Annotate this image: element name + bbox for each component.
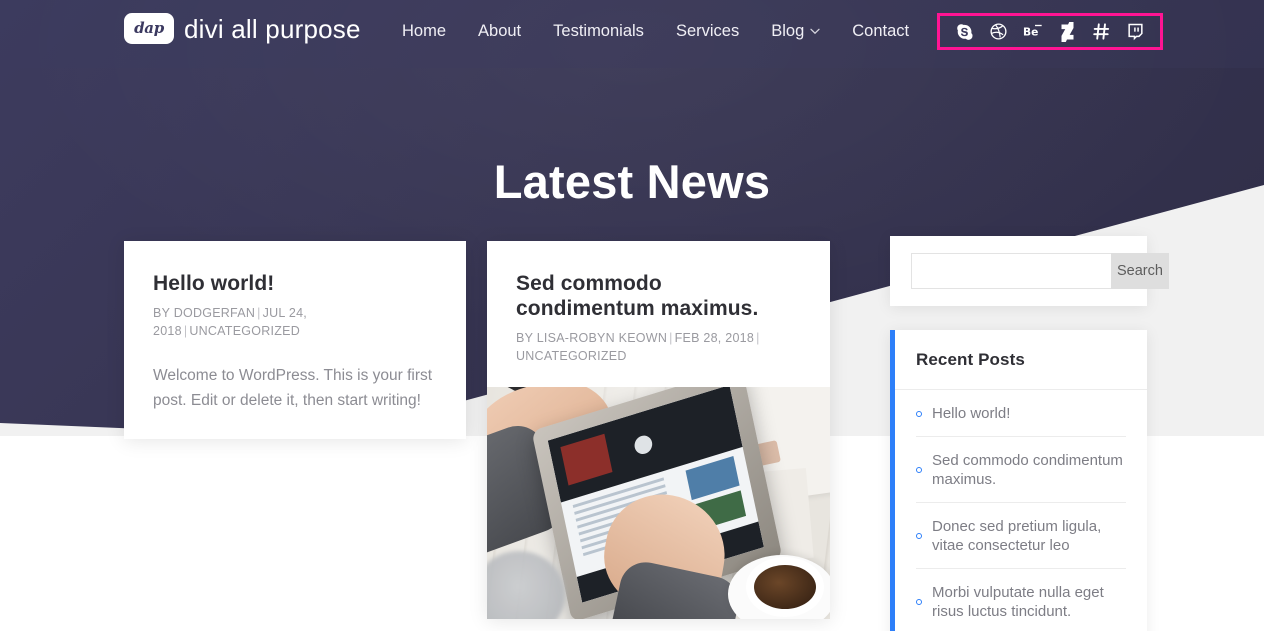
logo-badge-text: dap	[134, 19, 164, 37]
search-input[interactable]	[911, 253, 1111, 289]
recent-post-link[interactable]: Morbi vulputate nulla eget risus luctus …	[932, 583, 1126, 621]
list-item[interactable]: Sed commodo condimentum maximus.	[916, 437, 1126, 503]
nav-item-blog[interactable]: Blog	[755, 20, 836, 42]
bullet-icon	[916, 599, 922, 605]
list-item[interactable]: Donec sed pretium ligula, vitae consecte…	[916, 503, 1126, 569]
recent-post-link[interactable]: Hello world!	[932, 404, 1010, 423]
svg-text:Be: Be	[1023, 26, 1038, 39]
bullet-icon	[916, 410, 922, 417]
list-item[interactable]: Hello world!	[916, 390, 1126, 437]
post-meta: BY DODGERFAN | JUL 24, 2018 | UNCATEGORIZED	[153, 304, 437, 340]
page-title: Latest News	[493, 155, 771, 209]
site-header-inner: dap divi all purpose Home About Testimon…	[0, 0, 1264, 68]
deviantart-icon[interactable]	[1057, 21, 1077, 42]
site-header: dap divi all purpose Home About Testimon…	[0, 0, 1264, 68]
nav-item-label: About	[478, 22, 522, 40]
nav-item-about[interactable]: About	[462, 20, 537, 42]
post-title[interactable]: Hello world!	[153, 271, 437, 296]
nav-item-services[interactable]: Services	[660, 20, 755, 42]
post-category[interactable]: UNCATEGORIZED	[516, 349, 627, 363]
photo-coffee	[754, 565, 816, 609]
post-author[interactable]: DODGERFAN	[174, 306, 255, 320]
twitch-icon[interactable]	[1126, 22, 1146, 42]
post-category[interactable]: UNCATEGORIZED	[189, 324, 300, 338]
nav-item-label: Blog	[771, 22, 805, 40]
recent-posts-list: Hello world! Sed commodo condimentum max…	[895, 390, 1147, 631]
nav-item-label: Home	[402, 22, 447, 40]
recent-posts-widget: Recent Posts Hello world! Sed commodo co…	[890, 330, 1147, 631]
nav-item-label: Contact	[852, 22, 910, 40]
recent-post-link[interactable]: Donec sed pretium ligula, vitae consecte…	[932, 517, 1126, 555]
post-featured-image[interactable]: Person using a tablet on a wooden desk n…	[487, 387, 830, 619]
meta-separator: |	[257, 306, 261, 320]
site-logo[interactable]: dap divi all purpose	[124, 13, 361, 44]
recent-post-link[interactable]: Sed commodo condimentum maximus.	[932, 451, 1126, 489]
dribbble-icon[interactable]	[988, 22, 1008, 42]
post-meta-by: BY	[153, 306, 170, 320]
nav-item-contact[interactable]: Contact	[836, 20, 925, 42]
post-excerpt: Welcome to WordPress. This is your first…	[153, 367, 433, 409]
meta-separator: |	[756, 331, 760, 345]
meta-separator: |	[669, 331, 673, 345]
post-meta-by: BY	[516, 331, 533, 345]
page-root: dap divi all purpose Home About Testimon…	[0, 0, 1264, 631]
nav-item-label: Testimonials	[553, 22, 644, 40]
post-meta: BY LISA-ROBYN KEOWN | FEB 28, 2018 | UNCATE…	[516, 329, 801, 365]
bullet-icon	[916, 467, 922, 473]
bullet-icon	[916, 533, 922, 539]
nav-item-testimonials[interactable]: Testimonials	[537, 20, 660, 42]
brand-name-second: all purpose	[231, 13, 361, 44]
logo-badge-icon: dap	[124, 13, 174, 44]
main-navigation: Home About Testimonials Services Blog Co…	[402, 20, 925, 42]
search-widget: Search	[890, 236, 1169, 306]
nav-item-home[interactable]: Home	[402, 20, 462, 42]
chevron-down-icon	[810, 21, 820, 43]
widget-title: Recent Posts	[895, 330, 1147, 390]
nav-item-label: Services	[675, 22, 740, 40]
search-button[interactable]: Search	[1111, 253, 1169, 289]
list-item[interactable]: Morbi vulputate nulla eget risus luctus …	[916, 569, 1126, 631]
hashtag-icon[interactable]	[1092, 22, 1112, 42]
post-card: Hello world! BY DODGERFAN | JUL 24, 2018 | U…	[124, 241, 466, 439]
post-card: Sed commodo condimentum maximus. BY LISA…	[487, 241, 830, 619]
brand-name-first: divi	[184, 13, 232, 44]
brand-name: divi all purpose	[184, 16, 361, 42]
search-form: Search	[911, 253, 1169, 289]
post-author[interactable]: LISA-ROBYN KEOWN	[537, 331, 667, 345]
post-date: FEB 28, 2018	[674, 331, 755, 345]
post-title[interactable]: Sed commodo condimentum maximus.	[516, 271, 801, 321]
social-icons-bar: Be	[937, 13, 1163, 50]
behance-icon[interactable]: Be	[1023, 22, 1043, 42]
skype-icon[interactable]	[954, 22, 974, 42]
